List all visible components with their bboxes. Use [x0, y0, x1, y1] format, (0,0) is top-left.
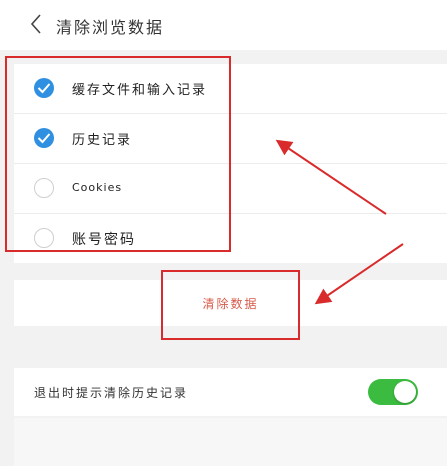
chevron-left-icon: [30, 14, 41, 34]
clear-data-button[interactable]: 清除数据: [14, 280, 447, 326]
checked-circle-icon[interactable]: [34, 78, 54, 98]
header-bar: 清除浏览数据: [0, 0, 447, 50]
checked-circle-icon[interactable]: [34, 128, 54, 148]
exit-prompt-toggle[interactable]: [368, 379, 418, 405]
option-cache-and-input[interactable]: 缓存文件和输入记录: [14, 64, 447, 114]
toggle-knob: [394, 381, 416, 403]
page-title: 清除浏览数据: [56, 18, 165, 37]
option-cookies[interactable]: Cookies: [14, 164, 447, 214]
clear-button-container: 清除数据: [14, 280, 447, 326]
option-history[interactable]: 历史记录: [14, 114, 447, 164]
clear-options-list: 缓存文件和输入记录 历史记录 Cookies 账号密码: [14, 64, 447, 263]
unchecked-circle-icon[interactable]: [34, 228, 54, 248]
back-button[interactable]: [28, 12, 44, 36]
option-label: 历史记录: [72, 133, 133, 148]
option-passwords[interactable]: 账号密码: [14, 214, 447, 263]
option-label: 账号密码: [72, 232, 136, 248]
exit-prompt-label: 退出时提示清除历史记录: [34, 386, 189, 400]
option-label: 缓存文件和输入记录: [72, 83, 208, 98]
option-label: Cookies: [72, 181, 123, 194]
bottom-empty-section: [14, 418, 447, 466]
unchecked-circle-icon[interactable]: [34, 178, 54, 198]
exit-prompt-row: 退出时提示清除历史记录: [14, 368, 447, 416]
